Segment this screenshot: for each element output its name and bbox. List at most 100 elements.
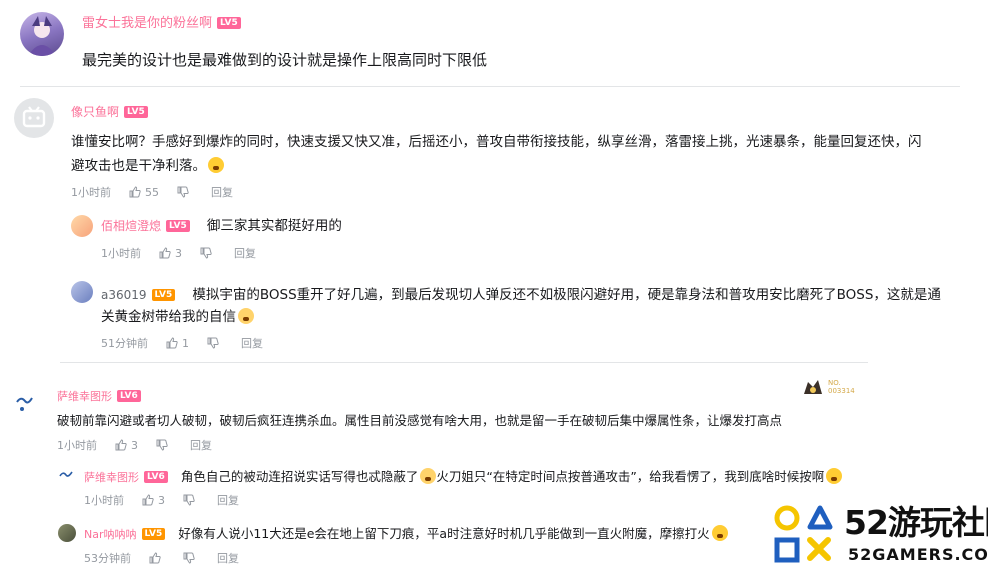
divider xyxy=(20,86,960,87)
reply-row: a36019 LV5 模拟宇宙的BOSS重开了好几遍，到最后发现切人弹反还不如极限… xyxy=(101,283,941,307)
reply-button[interactable]: 回复 xyxy=(217,550,239,566)
comment-username[interactable]: 雷女士我是你的粉丝啊 LV5 xyxy=(82,12,241,31)
reply-row: Nar呐呐呐 LV5 好像有人说小11大还是e会在地上留下刀痕，平a时注意好时机几… xyxy=(84,522,728,546)
avatar[interactable] xyxy=(14,392,38,416)
comment-username[interactable]: 像只鱼啊 LV5 xyxy=(71,101,148,120)
level-badge: LV5 xyxy=(166,220,190,232)
level-badge: LV5 xyxy=(124,106,148,118)
thumbs-down-icon xyxy=(183,552,195,564)
reply-button[interactable]: 回复 xyxy=(190,437,212,453)
reply-button[interactable]: 回复 xyxy=(241,335,263,351)
comment-text: 破韧前靠闪避或者切人破韧，破韧后疯狂连携杀血。属性目前没感觉有啥大用，也就是留一… xyxy=(57,413,783,428)
username-label[interactable]: a36019 xyxy=(101,288,147,302)
username-label[interactable]: 雷女士我是你的粉丝啊 xyxy=(82,16,212,31)
like-button[interactable]: 3 xyxy=(142,494,165,507)
sweat-emoji-icon xyxy=(826,468,843,484)
avatar[interactable] xyxy=(71,281,93,303)
avatar[interactable] xyxy=(58,468,76,486)
level-badge: LV5 xyxy=(217,17,241,29)
like-button[interactable]: 1 xyxy=(166,337,189,350)
watermark-domain: 52GAMERS.COM xyxy=(848,545,988,564)
comment-meta: 1小时前 55 回复 xyxy=(71,184,233,200)
timestamp: 1小时前 xyxy=(71,186,111,199)
cat-emoji-icon xyxy=(238,308,254,324)
avatar[interactable] xyxy=(58,524,76,542)
reply-text: 御三家其实都挺好用的 xyxy=(206,218,342,234)
thumbs-up-icon xyxy=(129,186,141,198)
username-label[interactable]: Nar呐呐呐 xyxy=(84,528,137,541)
avatar[interactable] xyxy=(20,12,64,56)
thumbs-up-icon xyxy=(166,337,178,349)
comment-text-line: 谁懂安比啊？手感好到爆炸的同时，快速支援又快又准，后摇还小，普攻自带衔接技能，纵… xyxy=(71,134,922,150)
username-label[interactable]: 像只鱼啊 xyxy=(71,105,119,119)
thumbs-down-icon xyxy=(156,439,168,451)
thumbs-down-icon xyxy=(207,337,219,349)
dislike-button[interactable] xyxy=(200,247,216,259)
dislike-button[interactable] xyxy=(156,439,172,451)
dislike-button[interactable] xyxy=(183,552,199,564)
thumbs-down-icon xyxy=(183,494,195,506)
comment-meta: 53分钟前 回复 xyxy=(84,550,239,566)
badge-no-label: NO. xyxy=(828,379,841,387)
level-badge: LV5 xyxy=(141,528,166,540)
username-label[interactable]: 萨维幸图形 xyxy=(84,471,139,484)
comment-meta: 1小时前 3 回复 xyxy=(101,245,256,261)
like-count: 55 xyxy=(145,185,159,199)
reply-text: 好像有人说小11大还是e会在地上留下刀痕，平a时注意好时机几乎能做到一直火附魔，… xyxy=(178,525,728,541)
username-label[interactable]: 萨维幸图形 xyxy=(57,390,112,403)
avatar[interactable] xyxy=(14,98,54,138)
reply-row: 佰相煊澄熄 LV5 御三家其实都挺好用的 xyxy=(101,214,342,238)
level-badge: LV5 xyxy=(151,289,176,301)
comment-meta: 1小时前 3 回复 xyxy=(84,492,239,508)
comment-username[interactable]: 萨维幸图形 LV6 xyxy=(57,385,141,404)
comment-text-line: 避攻击也是干净利落。 xyxy=(71,154,971,178)
comment-text: 最完美的设计也是最难做到的设计就是操作上限高同时下限低 xyxy=(82,51,488,69)
default-avatar-icon xyxy=(22,106,46,128)
shocked-emoji-icon xyxy=(208,157,224,173)
thumbs-down-icon xyxy=(200,247,212,259)
comment-meta: 51分钟前 1 回复 xyxy=(101,335,263,351)
thumbs-down-icon xyxy=(177,186,189,198)
dislike-button[interactable] xyxy=(207,337,223,349)
comment-text: 谁懂安比啊？手感好到爆炸的同时，快速支援又快又准，后摇还小，普攻自带衔接技能，纵… xyxy=(71,130,971,178)
dislike-button[interactable] xyxy=(183,494,199,506)
thumbs-up-icon xyxy=(115,439,127,451)
username-label[interactable]: 佰相煊澄熄 xyxy=(101,219,161,233)
timestamp: 53分钟前 xyxy=(84,552,131,565)
dislike-button[interactable] xyxy=(177,186,193,198)
like-button[interactable]: 3 xyxy=(115,439,138,452)
reply-text-segment: 火刀姐只“在特定时间点按普通攻击”，给我看愣了，我到底啥时候按啊 xyxy=(436,469,825,484)
reply-text: 角色自己的被动连招说实话写得也忒隐蔽了 火刀姐只“在特定时间点按普通攻击”，给我看… xyxy=(181,468,843,484)
level-badge: LV6 xyxy=(144,471,168,483)
like-button[interactable]: 55 xyxy=(129,186,159,199)
reply-text-segment: 关黄金树带给我的自信 xyxy=(101,309,236,325)
thumbs-up-icon xyxy=(142,494,154,506)
avatar[interactable] xyxy=(71,215,93,237)
squiggle-avatar-icon xyxy=(16,397,33,411)
reply-button[interactable]: 回复 xyxy=(211,184,233,200)
playstation-buttons-logo-icon xyxy=(774,505,833,563)
thumbs-up-icon xyxy=(159,247,171,259)
watermark-brand: 52游玩社区 xyxy=(844,503,988,542)
reply-button[interactable]: 回复 xyxy=(217,492,239,508)
comment-text-segment: 避攻击也是干净利落。 xyxy=(71,158,206,174)
watermark-logo xyxy=(772,502,842,568)
reply-row: 萨维幸图形 LV6 角色自己的被动连招说实话写得也忒隐蔽了 火刀姐只“在特定时间点按… xyxy=(84,465,843,489)
reply-button[interactable]: 回复 xyxy=(234,245,256,261)
like-count: 1 xyxy=(182,336,189,350)
cat-emoji-icon xyxy=(420,468,437,484)
like-count: 3 xyxy=(158,493,165,507)
badge-character-icon xyxy=(804,380,822,394)
like-count: 3 xyxy=(131,438,138,452)
shocked-emoji-icon xyxy=(711,525,728,541)
reply-text: 模拟宇宙的BOSS重开了好几遍，到最后发现切人弹反还不如极限闪避好用，硬是靠身法… xyxy=(192,287,941,303)
badge-number: 003314 xyxy=(828,387,855,395)
level-badge: LV6 xyxy=(117,390,141,402)
timestamp: 1小时前 xyxy=(84,494,124,507)
like-button[interactable]: 3 xyxy=(159,247,182,260)
timestamp: 1小时前 xyxy=(57,439,97,452)
reply-text-segment: 好像有人说小11大还是e会在地上留下刀痕，平a时注意好时机几乎能做到一直火附魔，… xyxy=(178,526,710,541)
like-button[interactable] xyxy=(149,552,165,564)
fan-badge: NO. 003314 xyxy=(802,378,855,396)
like-count: 3 xyxy=(175,246,182,260)
